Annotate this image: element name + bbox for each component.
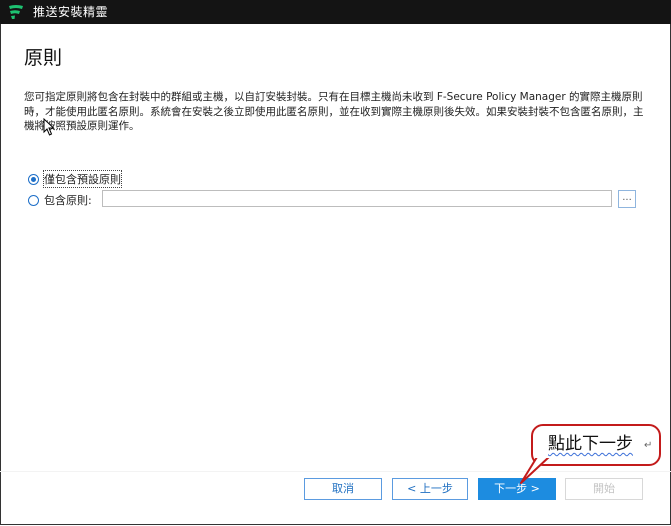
footer-separator: [0, 471, 671, 472]
back-button[interactable]: < 上一步: [392, 478, 468, 500]
policy-path-input[interactable]: [102, 190, 612, 207]
include-policy-radio[interactable]: [28, 194, 39, 206]
include-policy-option[interactable]: 包含原則:: [28, 192, 92, 208]
start-button[interactable]: 開始: [565, 478, 643, 500]
browse-button[interactable]: ...: [618, 190, 636, 208]
page-title: 原則: [24, 47, 63, 69]
mouse-cursor-icon: [43, 118, 55, 136]
page-description: 您可指定原則將包含在封裝中的群組或主機，以自訂安裝封裝。只有在目標主機尚未收到 …: [24, 91, 644, 132]
callout-text: 點此下一步: [548, 434, 633, 454]
callout-tail-icon: [520, 455, 551, 484]
default-policy-radio[interactable]: [28, 173, 39, 185]
paragraph-mark: ↵: [644, 440, 653, 451]
cancel-button[interactable]: 取消: [304, 478, 382, 500]
default-policy-option[interactable]: 僅包含預設原則: [28, 170, 122, 188]
default-policy-label[interactable]: 僅包含預設原則: [43, 170, 122, 188]
title-bar: 推送安裝精靈: [0, 0, 671, 24]
window-title: 推送安裝精靈: [33, 5, 109, 19]
include-policy-label[interactable]: 包含原則:: [44, 192, 92, 208]
f-secure-logo-icon: [9, 5, 23, 19]
